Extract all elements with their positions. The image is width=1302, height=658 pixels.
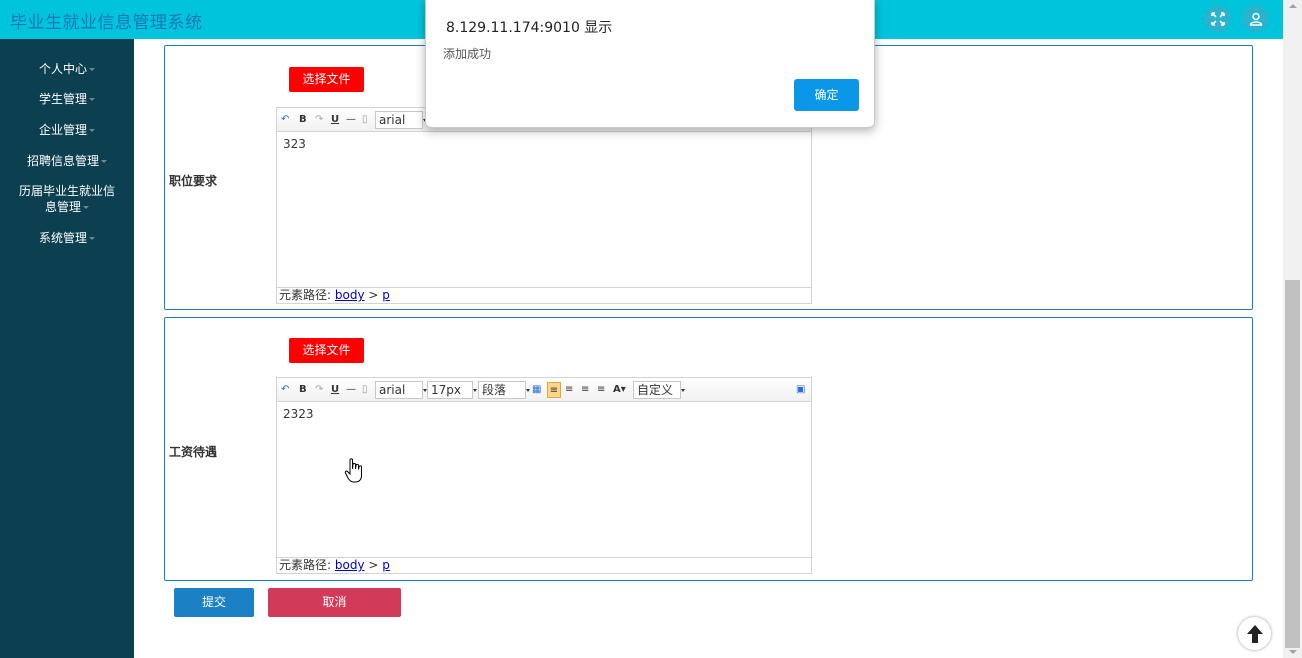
element-path-label: 元素路径:: [279, 558, 332, 572]
element-path: 元素路径: body > p: [277, 287, 811, 303]
align-justify-icon[interactable]: ≡: [597, 382, 605, 398]
bold-icon[interactable]: B: [299, 382, 307, 398]
app-title: 毕业生就业信息管理系统: [10, 13, 203, 33]
sidebar: 个人中心 学生管理 企业管理 招聘信息管理 历届毕业生就业信 息管理 系统管理: [0, 39, 134, 658]
sidebar-item-student-management[interactable]: 学生管理: [0, 91, 134, 107]
arrow-up-icon: [1246, 624, 1263, 643]
sidebar-item-label: 企业管理: [38, 123, 87, 137]
sidebar-item-graduate-employment[interactable]: 历届毕业生就业信 息管理: [0, 183, 134, 215]
custom-select[interactable]: 自定义: [633, 381, 685, 399]
element-path-label: 元素路径:: [279, 288, 332, 302]
submit-button[interactable]: 提交: [174, 588, 254, 617]
preview-icon[interactable]: ▣: [796, 382, 805, 398]
dialog-message: 添加成功: [443, 47, 492, 61]
rich-text-editor[interactable]: ↶ B ↷ U — ▯ arial 323 元素路径: body > p: [276, 107, 812, 304]
horizontal-rule-icon[interactable]: —: [346, 112, 356, 128]
path-body-link[interactable]: body: [335, 288, 365, 302]
sidebar-item-recruitment-management[interactable]: 招聘信息管理: [0, 153, 134, 169]
underline-icon[interactable]: U: [331, 382, 339, 398]
sidebar-item-company-management[interactable]: 企业管理: [0, 122, 134, 138]
back-to-top-button[interactable]: [1238, 617, 1271, 650]
path-body-link[interactable]: body: [335, 558, 365, 572]
editor-toolbar: ↶ B ↷ U — ▯ arial 17px 段落 ▦ ≡ ≡ ≡ ≡ A▾ 自…: [277, 378, 811, 402]
sidebar-item-label: 招聘信息管理: [26, 154, 99, 168]
editor-content[interactable]: 323: [277, 132, 811, 156]
chevron-down-icon: [101, 160, 107, 163]
path-p-link[interactable]: p: [382, 288, 390, 302]
sidebar-item-label: 系统管理: [38, 231, 87, 245]
undo-icon[interactable]: ↶: [281, 382, 289, 398]
choose-file-button[interactable]: 选择文件: [289, 67, 364, 92]
underline-icon[interactable]: U: [331, 112, 339, 128]
choose-file-button[interactable]: 选择文件: [289, 338, 364, 363]
clear-format-icon[interactable]: ▯: [362, 112, 368, 128]
font-color-icon[interactable]: A▾: [613, 382, 626, 398]
horizontal-rule-icon[interactable]: —: [346, 382, 356, 398]
sidebar-item-label: 个人中心: [38, 62, 87, 76]
cancel-button[interactable]: 取消: [268, 588, 401, 617]
chevron-down-icon: [83, 206, 89, 209]
sidebar-item-system-management[interactable]: 系统管理: [0, 230, 134, 246]
chevron-down-icon: [89, 98, 95, 101]
clear-format-icon[interactable]: ▯: [362, 382, 368, 398]
path-p-link[interactable]: p: [382, 558, 390, 572]
sidebar-item-label-line1: 历届毕业生就业信: [18, 184, 115, 198]
redo-icon[interactable]: ↷: [315, 112, 323, 128]
sidebar-item-label: 学生管理: [38, 92, 87, 106]
salary-panel: 工资待遇 选择文件 ↶ B ↷ U — ▯ arial 17px 段落 ▦ ≡ …: [164, 317, 1253, 581]
font-size-select[interactable]: 17px: [427, 381, 477, 399]
user-icon: [1249, 12, 1262, 26]
element-path: 元素路径: body > p: [277, 557, 811, 573]
user-button[interactable]: [1242, 5, 1269, 32]
path-separator: >: [368, 558, 379, 572]
scroll-up-arrow-icon[interactable]: [1289, 4, 1297, 8]
sidebar-item-label-line2: 息管理: [44, 200, 81, 214]
bold-icon[interactable]: B: [299, 112, 307, 128]
fullscreen-button[interactable]: [1204, 5, 1231, 32]
dialog-ok-button[interactable]: 确定: [794, 79, 859, 111]
chevron-down-icon: [89, 68, 95, 71]
chevron-down-icon: [89, 129, 95, 132]
sidebar-item-personal-center[interactable]: 个人中心: [0, 61, 134, 77]
fullscreen-icon: [1210, 11, 1225, 26]
paragraph-select[interactable]: 段落: [478, 381, 530, 399]
page-scrollbar[interactable]: [1283, 0, 1302, 658]
table-icon[interactable]: ▦: [532, 382, 541, 398]
align-center-icon[interactable]: ≡: [565, 382, 573, 398]
align-right-icon[interactable]: ≡: [581, 382, 589, 398]
scroll-thumb[interactable]: [1285, 280, 1300, 648]
path-separator: >: [368, 288, 379, 302]
alert-dialog: 8.129.11.174:9010 显示 添加成功 确定: [425, 0, 875, 128]
job-requirements-label: 职位要求: [169, 174, 218, 188]
redo-icon[interactable]: ↷: [315, 382, 323, 398]
hand-cursor-icon: [344, 458, 362, 483]
chevron-down-icon: [89, 237, 95, 240]
undo-icon[interactable]: ↶: [281, 112, 289, 128]
salary-label: 工资待遇: [169, 445, 218, 459]
editor-content[interactable]: 2323: [277, 402, 811, 426]
align-left-icon[interactable]: ≡: [547, 382, 561, 398]
font-family-select[interactable]: arial: [375, 111, 427, 129]
dialog-title: 8.129.11.174:9010 显示: [446, 20, 613, 36]
scroll-down-arrow-icon[interactable]: [1289, 650, 1297, 654]
font-family-select[interactable]: arial: [375, 381, 427, 399]
